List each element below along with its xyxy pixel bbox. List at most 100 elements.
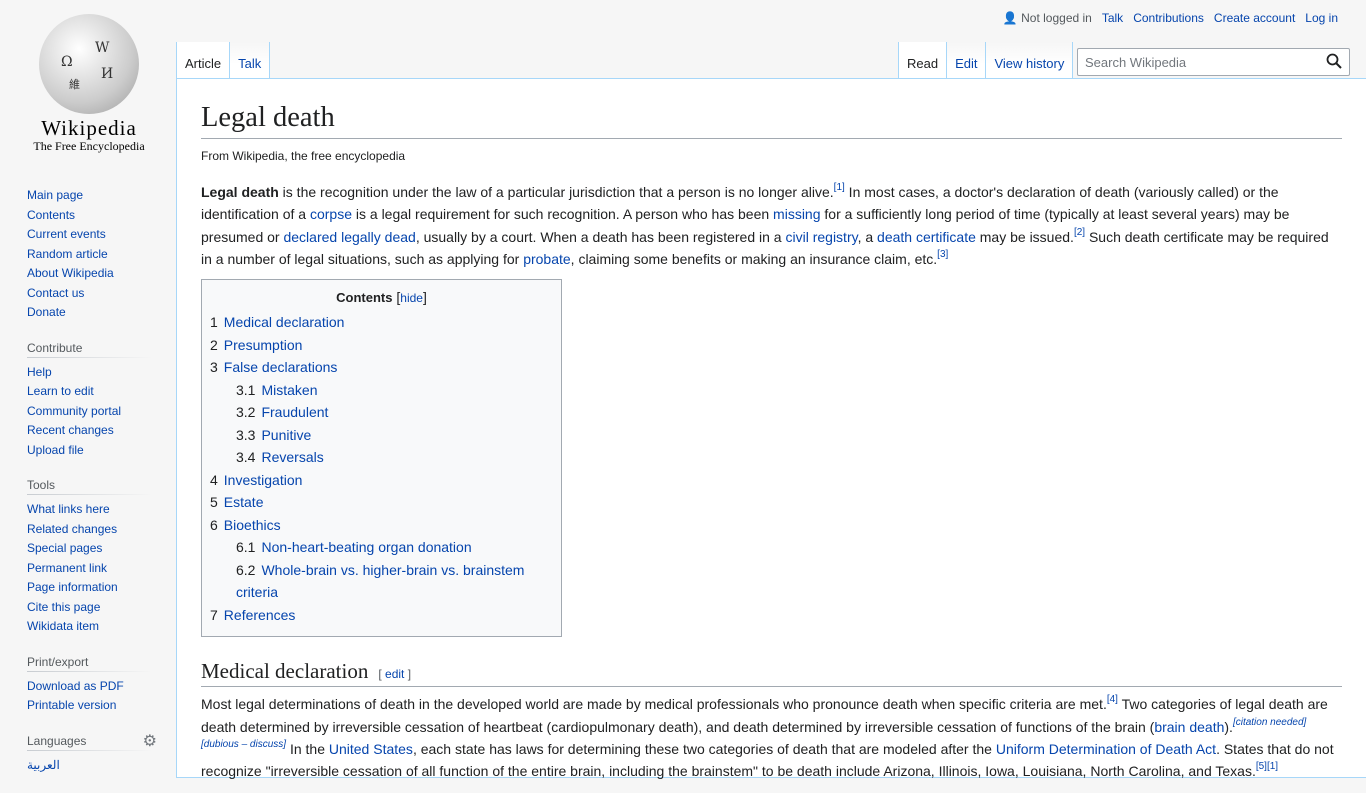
sidebar-item-help[interactable]: Help <box>27 363 152 383</box>
search-input[interactable]: Search Wikipedia <box>1077 48 1350 76</box>
toc-link[interactable]: Fraudulent <box>261 404 328 420</box>
toc-number: 1 <box>210 314 218 331</box>
sidebar-item-wikidata-item[interactable]: Wikidata item <box>27 617 152 637</box>
sidebar-item-contact-us[interactable]: Contact us <box>27 284 152 304</box>
table-of-contents: Contents [hide] 1 Medical declaration 2 Pre… <box>201 279 562 638</box>
bold-term: Legal death <box>201 184 279 201</box>
edit-section-link[interactable]: edit <box>385 667 404 681</box>
wiki-link[interactable]: declared legally dead <box>283 229 415 245</box>
toc-item[interactable]: 3.3 Punitive <box>210 424 553 447</box>
reference-link[interactable]: [1] <box>834 182 845 193</box>
toc-link[interactable]: Punitive <box>261 427 311 443</box>
sidebar-item-random-article[interactable]: Random article <box>27 245 152 265</box>
reference-link[interactable]: [3] <box>937 249 948 260</box>
user-status: 👤 Not logged in <box>1002 11 1092 25</box>
toc-link[interactable]: Reversals <box>261 449 323 465</box>
portal-heading: Contribute <box>27 340 152 358</box>
citation-tag[interactable]: [citation needed] <box>1233 717 1306 728</box>
toc-number: 7 <box>210 606 218 623</box>
toc-item[interactable]: 3.1 Mistaken <box>210 379 553 402</box>
toc-link[interactable]: Presumption <box>224 337 303 353</box>
toc-number: 3.3 <box>236 426 256 443</box>
create-account-link[interactable]: Create account <box>1214 11 1295 25</box>
search-icon[interactable] <box>1326 53 1342 69</box>
wiki-link[interactable]: missing <box>773 206 820 222</box>
toc-item[interactable]: 3.2 Fraudulent <box>210 401 553 424</box>
section-heading: Medical declaration[ edit ] <box>201 659 1342 688</box>
sidebar-item-printable-version[interactable]: Printable version <box>27 696 152 716</box>
tab-read[interactable]: Read <box>898 42 948 79</box>
sidebar-item-upload-file[interactable]: Upload file <box>27 441 152 461</box>
text: is a legal requirement for such recognit… <box>352 206 774 223</box>
toc-link[interactable]: False declarations <box>224 359 338 375</box>
toc-item[interactable]: 4 Investigation <box>210 469 553 492</box>
sidebar-item-current-events[interactable]: Current events <box>27 225 152 245</box>
toc-item[interactable]: 5 Estate <box>210 491 553 514</box>
text: , a <box>857 228 878 245</box>
wiki-link[interactable]: death certificate <box>877 229 976 245</box>
toc-item[interactable]: 1 Medical declaration <box>210 311 553 334</box>
contributions-link[interactable]: Contributions <box>1133 11 1204 25</box>
toc-link[interactable]: Bioethics <box>224 517 281 533</box>
sidebar-item-cite-this-page[interactable]: Cite this page <box>27 598 152 618</box>
search-placeholder: Search Wikipedia <box>1085 55 1187 70</box>
reference-link[interactable]: [4] <box>1107 694 1118 705</box>
sidebar-item-special-pages[interactable]: Special pages <box>27 539 152 559</box>
sidebar-item-page-information[interactable]: Page information <box>27 578 152 598</box>
sidebar-item-what-links-here[interactable]: What links here <box>27 500 152 520</box>
toc-link[interactable]: References <box>224 607 296 623</box>
wiki-link[interactable]: brain death <box>1154 719 1224 735</box>
tab-article[interactable]: Article <box>176 42 231 79</box>
personal-tools: 👤 Not logged in Talk Contributions Creat… <box>1003 11 1338 25</box>
gear-icon[interactable]: ⚙ <box>143 731 157 751</box>
toc-item[interactable]: 6 Bioethics <box>210 514 553 537</box>
toc-item[interactable]: 3 False declarations <box>210 356 553 379</box>
toc-title: Contents <box>336 290 393 306</box>
toc-link[interactable]: Estate <box>224 494 264 510</box>
reference-link[interactable]: [2] <box>1074 227 1085 238</box>
text: In the <box>286 740 329 757</box>
toc-number: 6 <box>210 516 218 533</box>
sidebar-item-learn-to-edit[interactable]: Learn to edit <box>27 382 152 402</box>
sidebar-item-about-wikipedia[interactable]: About Wikipedia <box>27 264 152 284</box>
toc-item[interactable]: 3.4 Reversals <box>210 446 553 469</box>
wiki-link[interactable]: Uniform Determination of Death Act <box>996 741 1216 757</box>
text: , usually by a court. When a death has b… <box>415 228 786 245</box>
talk-link[interactable]: Talk <box>1102 11 1123 25</box>
wiki-link[interactable]: probate <box>523 251 570 267</box>
portal-heading: Languages ⚙ <box>27 733 157 751</box>
log-in-link[interactable]: Log in <box>1305 11 1338 25</box>
toc-item[interactable]: 2 Presumption <box>210 334 553 357</box>
sidebar-item-community-portal[interactable]: Community portal <box>27 402 152 422</box>
wikipedia-logo[interactable]: ΩW維И Wikipedia The Free Encyclopedia <box>26 14 152 154</box>
toc-item[interactable]: 6.1 Non-heart-beating organ donation <box>210 536 553 559</box>
wiki-link[interactable]: corpse <box>310 206 352 222</box>
toc-link[interactable]: Investigation <box>224 472 303 488</box>
wiki-link[interactable]: United States <box>329 741 413 757</box>
tab-view-history[interactable]: View history <box>986 42 1074 79</box>
sidebar-item-donate[interactable]: Donate <box>27 303 152 323</box>
toc-link[interactable]: Medical declaration <box>224 314 345 330</box>
citation-tag[interactable]: [dubious – discuss] <box>201 739 286 750</box>
toc-link[interactable]: Non-heart-beating organ donation <box>261 539 471 555</box>
sidebar-item-main-page[interactable]: Main page <box>27 186 152 206</box>
languages-title: Languages <box>27 733 87 748</box>
toc-number: 2 <box>210 336 218 353</box>
reference-link[interactable]: [5][1] <box>1256 761 1278 772</box>
toc-link[interactable]: Mistaken <box>261 382 317 398</box>
toc-hide-toggle[interactable]: hide <box>400 291 423 305</box>
contribute-portal: Contribute Help Learn to edit Community por… <box>27 340 152 461</box>
tagline: The Free Encyclopedia <box>33 139 145 153</box>
toc-link[interactable]: Whole-brain vs. higher-brain vs. brainst… <box>236 562 524 601</box>
tab-talk[interactable]: Talk <box>230 42 271 79</box>
sidebar-item-[interactable]: العربية <box>27 756 152 776</box>
wiki-link[interactable]: civil registry <box>785 229 857 245</box>
sidebar-item-related-changes[interactable]: Related changes <box>27 520 152 540</box>
sidebar-item-contents[interactable]: Contents <box>27 206 152 226</box>
toc-item[interactable]: 6.2 Whole-brain vs. higher-brain vs. brai… <box>210 559 553 604</box>
sidebar-item-permanent-link[interactable]: Permanent link <box>27 559 152 579</box>
toc-item[interactable]: 7 References <box>210 604 553 627</box>
tab-edit[interactable]: Edit <box>947 42 987 79</box>
sidebar-item-recent-changes[interactable]: Recent changes <box>27 421 152 441</box>
sidebar-item-download-as-pdf[interactable]: Download as PDF <box>27 677 152 697</box>
